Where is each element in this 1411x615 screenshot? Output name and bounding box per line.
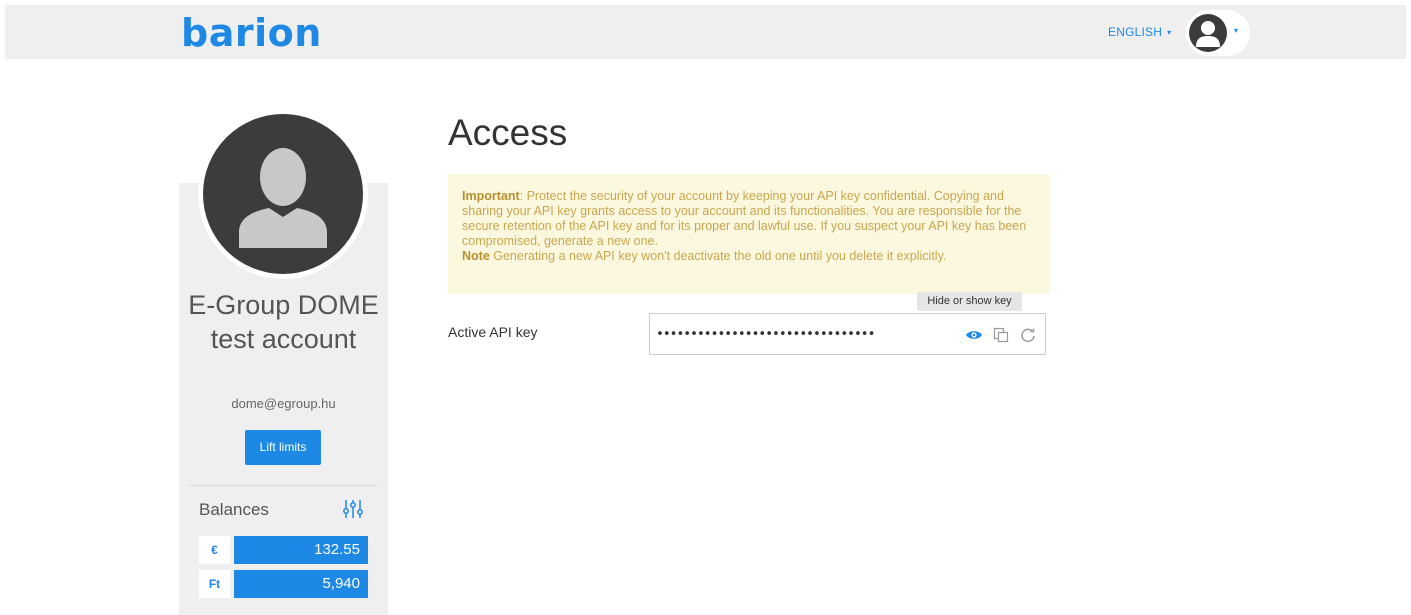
- language-label: ENGLISH: [1108, 25, 1163, 39]
- note-label: Note: [462, 249, 490, 263]
- chevron-down-icon: ▾: [1167, 28, 1172, 38]
- balance-amount: 132.55: [234, 536, 368, 564]
- note-text: Generating a new API key won't deactivat…: [489, 249, 947, 263]
- copy-icon[interactable]: [992, 326, 1010, 344]
- balance-row-eur: € 132.55: [199, 536, 368, 564]
- important-label: Important: [462, 189, 520, 203]
- api-key-label: Active API key: [448, 324, 538, 340]
- user-silhouette-icon: [203, 114, 363, 274]
- api-key-input[interactable]: [656, 324, 946, 344]
- user-menu-button[interactable]: ▾: [1186, 10, 1250, 56]
- currency-label: Ft: [199, 570, 230, 598]
- language-selector[interactable]: ENGLISH ▾: [1108, 25, 1171, 39]
- lift-limits-button[interactable]: Lift limits: [245, 430, 321, 465]
- page-title: Access: [448, 112, 568, 153]
- hide-show-tooltip: Hide or show key: [917, 292, 1022, 311]
- barion-logo[interactable]: barion: [181, 11, 322, 55]
- chevron-down-icon: ▾: [1234, 26, 1239, 35]
- balance-amount: 5,940: [234, 570, 368, 598]
- balances-title: Balances: [199, 500, 269, 519]
- balance-row-huf: Ft 5,940: [199, 570, 368, 598]
- regenerate-icon[interactable]: [1019, 326, 1037, 344]
- security-notice: Important: Protect the security of your …: [448, 174, 1050, 294]
- api-key-field: [649, 313, 1046, 355]
- account-email: dome@egroup.hu: [231, 396, 336, 411]
- top-navbar: barion ENGLISH ▾ ▾: [5, 5, 1406, 59]
- important-text: : Protect the security of your account b…: [462, 189, 1027, 248]
- eye-icon[interactable]: [965, 326, 983, 344]
- currency-label: €: [199, 536, 230, 564]
- profile-avatar: [198, 109, 368, 279]
- account-name: E-Group DOME test account: [188, 290, 379, 354]
- sidebar-divider: [190, 485, 377, 486]
- sliders-icon[interactable]: [342, 498, 364, 520]
- user-avatar-icon: [1189, 14, 1227, 52]
